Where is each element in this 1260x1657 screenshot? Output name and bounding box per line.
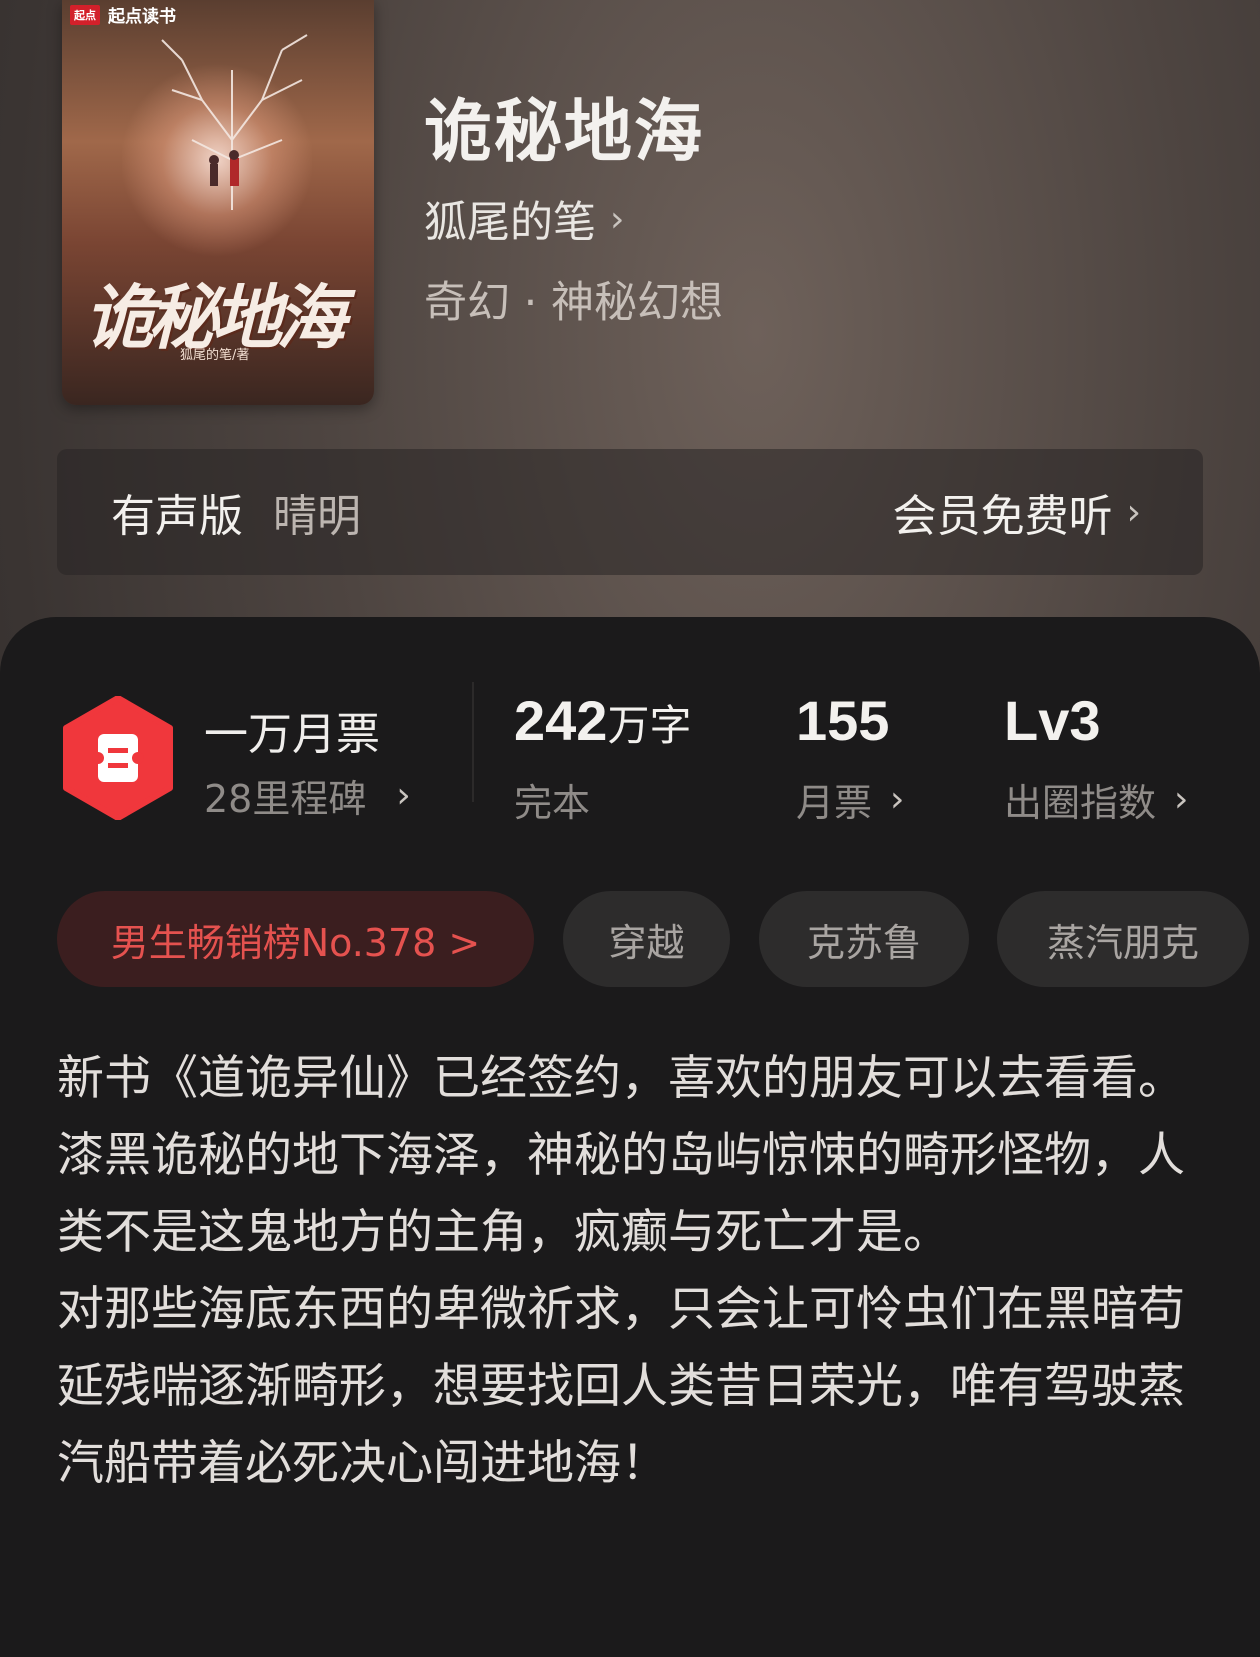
chevron-right-icon: › [890, 779, 905, 820]
cover-brand-badge: 起点 [70, 4, 100, 25]
author-link[interactable]: 狐尾的笔 › [424, 188, 624, 250]
completion-status-label: 完本 [514, 781, 591, 825]
book-genre: 奇幻 · 神秘幻想 [424, 278, 724, 328]
monthly-tickets-link[interactable]: 月票 › [796, 772, 904, 827]
monthly-tickets-label: 月票 [796, 781, 873, 825]
audiobook-bar[interactable]: 有声版 晴明 会员免费听 › [57, 449, 1203, 575]
audiobook-narrator: 晴明 [273, 491, 361, 542]
milestone-sub: 28里程碑 [204, 777, 367, 821]
description-paragraph: 漆黑诡秘的地下海泽，神秘的岛屿惊悚的畸形怪物，人类不是这鬼地方的主角，疯癫与死亡… [57, 1128, 1185, 1260]
audiobook-info: 有声版 晴明 [111, 480, 361, 544]
word-count-number: 242 [514, 689, 608, 752]
tag-chuanyue[interactable]: 穿越 [563, 891, 730, 987]
book-title: 诡秘地海 [424, 92, 705, 172]
completion-status: 完本 [514, 772, 590, 827]
chevron-right-icon: › [396, 775, 411, 816]
chevron-right-icon: › [610, 198, 625, 240]
book-detail-page: 起点 起点读书 诡秘地海 狐尾的笔/著 诡秘地海 狐尾的笔 › 奇幻 · 神秘幻… [0, 0, 1260, 1657]
book-description[interactable]: 新书《道诡异仙》已经签约，喜欢的朋友可以去看看。 漆黑诡秘的地下海泽，神秘的岛屿… [57, 1040, 1217, 1502]
chevron-right-icon: › [1174, 779, 1189, 820]
popularity-level: Lv3 [1004, 689, 1101, 752]
word-count: 242万字 [514, 688, 691, 753]
chevron-right-icon: › [1126, 491, 1141, 533]
ticket-icon[interactable] [62, 696, 174, 820]
tag-row: 男生畅销榜No.378 > 穿越 克苏鲁 蒸汽朋克 [57, 891, 1260, 987]
milestone-link[interactable]: 28里程碑 › [204, 768, 411, 823]
popularity-index-label: 出圈指数 [1004, 781, 1157, 825]
popularity-index-link[interactable]: 出圈指数 › [1004, 772, 1188, 827]
description-paragraph: 新书《道诡异仙》已经签约，喜欢的朋友可以去看看。 [57, 1051, 1185, 1106]
ranking-tag[interactable]: 男生畅销榜No.378 > [57, 891, 534, 987]
stats-divider [472, 682, 474, 802]
tag-kesulu[interactable]: 克苏鲁 [759, 891, 969, 987]
milestone-title[interactable]: 一万月票 [204, 698, 380, 762]
member-free-listen-label: 会员免费听 [892, 491, 1113, 542]
monthly-tickets-count: 155 [796, 689, 890, 752]
word-count-unit: 万字 [607, 702, 692, 749]
member-free-listen-button[interactable]: 会员免费听 › [893, 480, 1141, 544]
tag-steampunk[interactable]: 蒸汽朋克 [997, 891, 1249, 987]
cover-figures [209, 150, 239, 186]
cover-author: 狐尾的笔/著 [180, 348, 250, 363]
book-cover[interactable]: 起点 起点读书 诡秘地海 狐尾的笔/著 [62, 0, 374, 405]
description-paragraph: 对那些海底东西的卑微祈求，只会让可怜虫们在黑暗苟延残喘逐渐畸形，想要找回人类昔日… [57, 1282, 1185, 1491]
author-name: 狐尾的笔 [424, 198, 596, 248]
audiobook-label: 有声版 [111, 491, 243, 542]
